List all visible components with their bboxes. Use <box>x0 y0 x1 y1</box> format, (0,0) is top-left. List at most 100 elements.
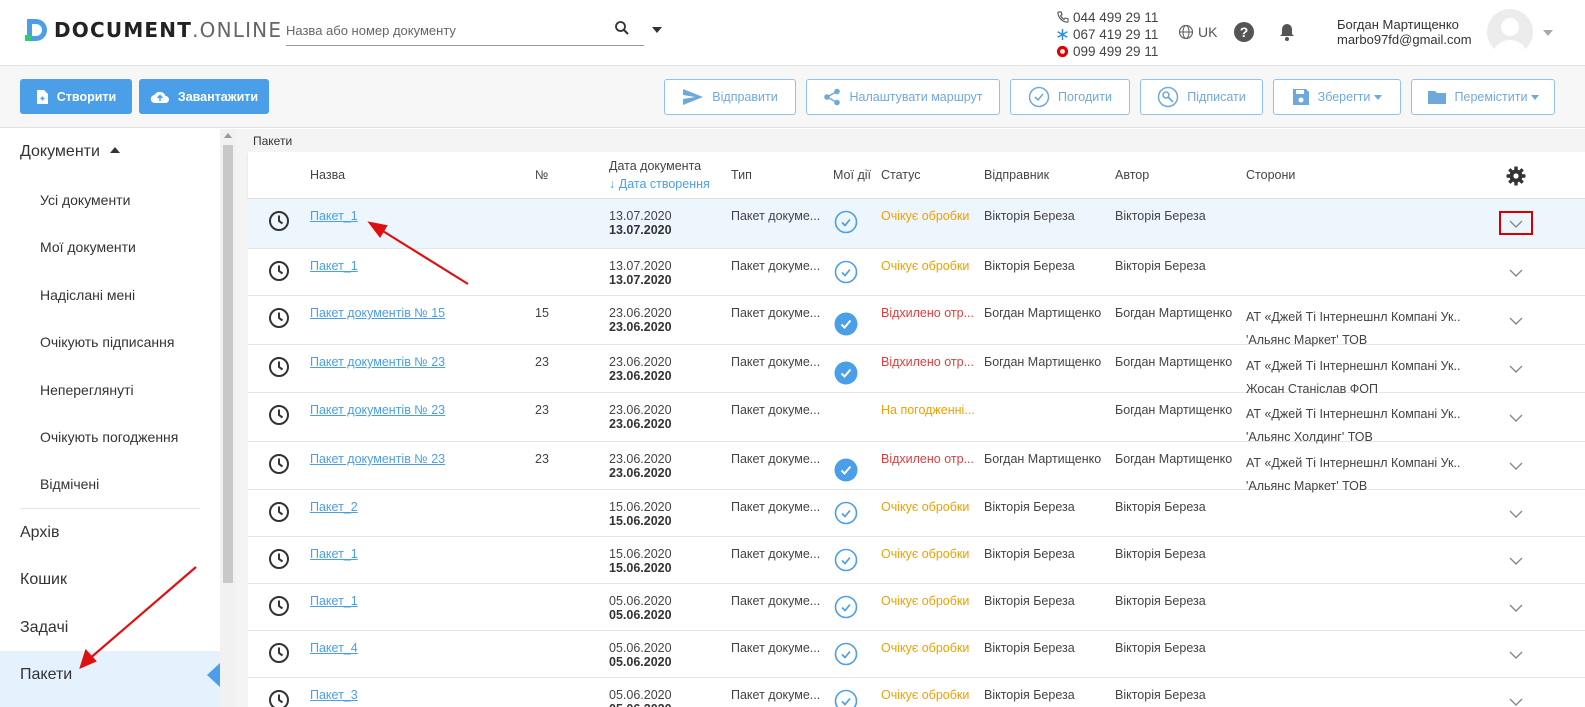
check-circle-icon[interactable] <box>834 689 858 707</box>
date-cell: 13.07.2020 13.07.2020 <box>609 209 672 237</box>
author-name: Вікторія Береза <box>1115 594 1206 608</box>
chevron-down-icon[interactable] <box>1509 510 1523 518</box>
sidebar-section-documents[interactable]: Документи <box>20 143 121 161</box>
help-icon[interactable]: ? <box>1234 22 1254 42</box>
chevron-down-icon[interactable] <box>1509 651 1523 659</box>
check-circle-icon[interactable] <box>834 501 858 525</box>
party-name: АТ «Джей Ті Інтернешнл Компані Ук... <box>1246 456 1461 470</box>
check-filled-icon[interactable] <box>834 312 858 336</box>
table-row[interactable]: Пакет документів № 23 23 23.06.2020 23.06.2… <box>248 442 1585 493</box>
sidebar-item-packages[interactable]: Пакети <box>20 666 72 684</box>
search-icon[interactable] <box>614 20 630 36</box>
package-name-link[interactable]: Пакет документів № 23 <box>310 403 445 417</box>
folder-icon <box>1427 91 1446 104</box>
package-name-link[interactable]: Пакет документів № 23 <box>310 452 445 466</box>
col-created-date[interactable]: ↓ Дата створення <box>609 177 710 191</box>
sidebar-item-all-documents[interactable]: Усі документи <box>40 192 130 208</box>
table-row[interactable]: Пакет_1 05.06.2020 05.06.2020 Пакет докуме.… <box>248 584 1585 631</box>
sidebar-item-unviewed[interactable]: Непереглянуті <box>40 382 134 398</box>
check-circle-icon[interactable] <box>834 595 858 619</box>
package-name-link[interactable]: Пакет документів № 23 <box>310 355 445 369</box>
package-name-link[interactable]: Пакет_3 <box>310 688 358 702</box>
check-circle-icon[interactable] <box>834 548 858 572</box>
table-row[interactable]: Пакет_1 13.07.2020 13.07.2020 Пакет докуме.… <box>248 199 1585 249</box>
status-badge: Очікує обробки <box>881 547 970 561</box>
document-date: 23.06.2020 <box>609 452 672 466</box>
package-name-link[interactable]: Пакет_1 <box>310 547 358 561</box>
chevron-down-icon[interactable] <box>1509 604 1523 612</box>
sidebar-item-awaiting-approval[interactable]: Очікують погодження <box>40 429 178 445</box>
package-name-link[interactable]: Пакет_1 <box>310 259 358 273</box>
created-date: 05.06.2020 <box>609 702 672 707</box>
chevron-down-icon[interactable] <box>1509 269 1523 277</box>
check-filled-icon[interactable] <box>834 458 858 482</box>
package-name-link[interactable]: Пакет_2 <box>310 500 358 514</box>
route-button[interactable]: Налаштувати маршрут <box>806 79 1000 115</box>
table-row[interactable]: Пакет_2 15.06.2020 15.06.2020 Пакет докуме.… <box>248 490 1585 537</box>
move-button[interactable]: Перемістити <box>1411 79 1555 115</box>
col-status[interactable]: Статус <box>881 168 921 182</box>
avatar[interactable] <box>1487 9 1533 55</box>
package-name-link[interactable]: Пакет документів № 15 <box>310 306 445 320</box>
col-name[interactable]: Назва <box>310 168 345 182</box>
chevron-down-icon[interactable] <box>1509 462 1523 470</box>
check-circle-icon[interactable] <box>834 260 858 284</box>
search-input[interactable] <box>286 16 606 44</box>
author-name: Вікторія Береза <box>1115 209 1206 223</box>
chevron-down-icon[interactable] <box>1509 317 1523 325</box>
chevron-down-icon[interactable] <box>1509 557 1523 565</box>
table-row[interactable]: Пакет документів № 15 15 23.06.2020 23.06.2… <box>248 296 1585 347</box>
sidebar-item-archive[interactable]: Архів <box>20 524 59 542</box>
chevron-down-icon[interactable] <box>1509 365 1523 373</box>
col-author[interactable]: Автор <box>1115 168 1149 182</box>
status-badge: На погодженні... <box>881 403 975 417</box>
sidebar-item-trash[interactable]: Кошик <box>20 571 67 589</box>
col-my-actions[interactable]: Мої дії <box>833 168 871 182</box>
expand-row-highlight <box>1499 211 1533 235</box>
breadcrumb: Пакети <box>253 134 293 148</box>
logo[interactable]: DOCUMENT.ONLINE <box>24 17 282 43</box>
approve-button[interactable]: Погодити <box>1010 79 1130 115</box>
gear-icon[interactable] <box>1506 166 1526 186</box>
sign-button[interactable]: Підписати <box>1140 79 1263 115</box>
package-name-link[interactable]: Пакет_4 <box>310 641 358 655</box>
sidebar-item-awaiting-signature[interactable]: Очікують підписання <box>40 334 174 350</box>
table-row[interactable]: Пакет_3 05.06.202005.06.2020 Пакет докуме.… <box>248 678 1585 707</box>
scrollbar-thumb[interactable] <box>223 145 233 583</box>
col-number[interactable]: № <box>535 168 548 182</box>
document-date: 05.06.2020 <box>609 688 672 702</box>
user-info[interactable]: Богдан Мартищенко marbo97fd@gmail.com <box>1337 17 1472 47</box>
sidebar-item-sent-to-me[interactable]: Надіслані мені <box>40 287 135 303</box>
sidebar-item-my-documents[interactable]: Мої документи <box>40 239 136 255</box>
language-selector[interactable]: UK <box>1178 24 1217 40</box>
check-circle-icon[interactable] <box>834 642 858 666</box>
col-date[interactable]: Дата документа <box>609 159 701 173</box>
chevron-down-icon[interactable] <box>1509 414 1523 422</box>
table-row[interactable]: Пакет документів № 23 23 23.06.2020 23.06.2… <box>248 393 1585 444</box>
create-button[interactable]: Створити <box>20 79 132 114</box>
scroll-up-icon[interactable] <box>224 133 232 138</box>
table-row[interactable]: Пакет_1 15.06.2020 15.06.2020 Пакет докуме.… <box>248 537 1585 584</box>
search-dropdown-icon[interactable] <box>652 27 662 33</box>
package-name-link[interactable]: Пакет_1 <box>310 594 358 608</box>
col-type[interactable]: Тип <box>731 168 752 182</box>
package-name-link[interactable]: Пакет_1 <box>310 209 358 223</box>
col-sender[interactable]: Відправник <box>984 168 1049 182</box>
date-cell: 05.06.202005.06.2020 <box>609 641 672 669</box>
table-row[interactable]: Пакет_1 13.07.2020 13.07.2020 Пакет докуме.… <box>248 249 1585 296</box>
status-badge: Очікує обробки <box>881 259 970 273</box>
save-button[interactable]: Зберегти <box>1273 79 1401 115</box>
user-menu-dropdown-icon[interactable] <box>1543 30 1553 36</box>
send-button[interactable]: Відправити <box>664 79 796 115</box>
sidebar-item-marked[interactable]: Відмічені <box>40 476 99 492</box>
table-row[interactable]: Пакет_4 05.06.2020 05.06.2020 Пакет докуме.… <box>248 631 1585 678</box>
bell-icon[interactable] <box>1278 22 1296 42</box>
chevron-down-icon[interactable] <box>1509 698 1523 706</box>
col-parties[interactable]: Сторони <box>1246 168 1295 182</box>
check-circle-icon[interactable] <box>834 210 858 234</box>
table-row[interactable]: Пакет документів № 23 23 23.06.2020 23.06.2… <box>248 345 1585 396</box>
upload-button[interactable]: Завантажити <box>139 79 269 114</box>
check-filled-icon[interactable] <box>834 361 858 385</box>
phone-number: 044 499 29 11 <box>1073 10 1159 25</box>
sidebar-item-tasks[interactable]: Задачі <box>20 619 68 637</box>
